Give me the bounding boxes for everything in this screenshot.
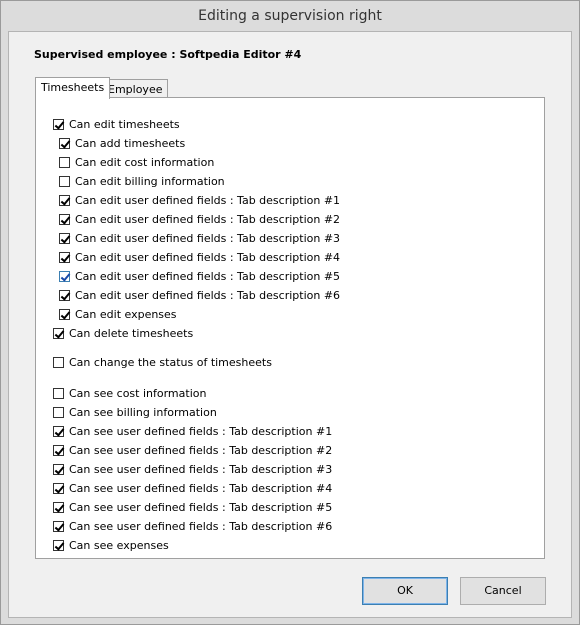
tab-employee[interactable]: Employee [102, 79, 169, 99]
checkbox-can-edit-udf-5[interactable]: Can edit user defined fields : Tab descr… [59, 268, 340, 284]
checkbox-box[interactable] [59, 308, 70, 320]
checkbox-label: Can change the status of timesheets [69, 355, 272, 369]
checkbox-label: Can see expenses [69, 538, 169, 552]
checkbox-box[interactable] [53, 118, 64, 130]
checkbox-can-see-udf-2[interactable]: Can see user defined fields : Tab descri… [53, 442, 332, 458]
checkbox-can-see-cost-information[interactable]: Can see cost information [53, 385, 206, 401]
checkbox-label: Can see billing information [69, 405, 217, 419]
cancel-button[interactable]: Cancel [460, 577, 546, 605]
checkbox-can-edit-expenses[interactable]: Can edit expenses [59, 306, 177, 322]
window-title: Editing a supervision right [198, 8, 382, 24]
checkbox-can-see-expenses[interactable]: Can see expenses [53, 537, 169, 553]
checkbox-can-see-udf-6[interactable]: Can see user defined fields : Tab descri… [53, 518, 332, 534]
tab-timesheets[interactable]: Timesheets [35, 77, 111, 99]
checkbox-can-edit-udf-3[interactable]: Can edit user defined fields : Tab descr… [59, 230, 340, 246]
checkbox-box[interactable] [59, 232, 70, 244]
checkbox-can-change-status[interactable]: Can change the status of timesheets [53, 354, 272, 370]
checkbox-can-see-udf-1[interactable]: Can see user defined fields : Tab descri… [53, 423, 332, 439]
checkbox-label: Can see user defined fields : Tab descri… [69, 424, 333, 438]
checkbox-box[interactable] [59, 213, 70, 225]
checkbox-can-see-billing-information[interactable]: Can see billing information [53, 404, 217, 420]
checkbox-box[interactable] [53, 520, 64, 532]
dialog-content: Supervised employee : Softpedia Editor #… [8, 31, 572, 618]
checkbox-box[interactable] [53, 539, 64, 551]
dialog-window: Editing a supervision right Supervised e… [0, 0, 580, 625]
checkbox-box[interactable] [53, 406, 64, 418]
checkbox-box[interactable] [59, 289, 70, 301]
checkbox-can-delete-timesheets[interactable]: Can delete timesheets [53, 325, 193, 341]
checkbox-can-edit-billing-information[interactable]: Can edit billing information [59, 173, 225, 189]
checkbox-label: Can see user defined fields : Tab descri… [69, 519, 333, 533]
checkbox-label: Can edit billing information [75, 174, 225, 188]
title-bar[interactable]: Editing a supervision right [1, 1, 579, 31]
checkbox-can-edit-cost-information[interactable]: Can edit cost information [59, 154, 214, 170]
checkbox-can-see-udf-4[interactable]: Can see user defined fields : Tab descri… [53, 480, 332, 496]
checkbox-box[interactable] [53, 425, 64, 437]
checkbox-box[interactable] [59, 175, 70, 187]
checkbox-label: Can edit user defined fields : Tab descr… [75, 288, 341, 302]
checkbox-can-edit-timesheets[interactable]: Can edit timesheets [53, 116, 180, 132]
checkbox-box[interactable] [59, 156, 70, 168]
checkbox-label: Can delete timesheets [69, 326, 194, 340]
checkbox-box[interactable] [53, 356, 64, 368]
checkbox-label: Can edit user defined fields : Tab descr… [75, 212, 341, 226]
checkbox-label: Can edit timesheets [69, 117, 180, 131]
checkbox-label: Can see user defined fields : Tab descri… [69, 481, 333, 495]
supervised-employee-label: Supervised employee : Softpedia Editor #… [34, 48, 302, 61]
checkbox-box[interactable] [59, 194, 70, 206]
checkbox-label: Can see user defined fields : Tab descri… [69, 443, 333, 457]
checkbox-box[interactable] [53, 327, 64, 339]
checkbox-can-edit-udf-2[interactable]: Can edit user defined fields : Tab descr… [59, 211, 340, 227]
checkbox-label: Can edit user defined fields : Tab descr… [75, 231, 341, 245]
checkbox-label: Can edit expenses [75, 307, 177, 321]
checkbox-label: Can add timesheets [75, 136, 186, 150]
checkbox-box[interactable] [59, 270, 70, 282]
checkbox-can-see-udf-5[interactable]: Can see user defined fields : Tab descri… [53, 499, 332, 515]
checkbox-label: Can see user defined fields : Tab descri… [69, 500, 333, 514]
checkbox-label: Can see cost information [69, 386, 207, 400]
checkbox-label: Can edit user defined fields : Tab descr… [75, 269, 341, 283]
checkbox-label: Can edit user defined fields : Tab descr… [75, 250, 341, 264]
checkbox-can-edit-udf-1[interactable]: Can edit user defined fields : Tab descr… [59, 192, 340, 208]
checkbox-can-see-udf-3[interactable]: Can see user defined fields : Tab descri… [53, 461, 332, 477]
checkbox-label: Can edit cost information [75, 155, 215, 169]
checkbox-box[interactable] [53, 501, 64, 513]
checkbox-box[interactable] [53, 463, 64, 475]
checkbox-can-add-timesheets[interactable]: Can add timesheets [59, 135, 185, 151]
checkbox-box[interactable] [59, 251, 70, 263]
checkbox-box[interactable] [53, 444, 64, 456]
ok-button[interactable]: OK [362, 577, 448, 605]
checkbox-can-edit-udf-4[interactable]: Can edit user defined fields : Tab descr… [59, 249, 340, 265]
checkbox-box[interactable] [59, 137, 70, 149]
checkbox-label: Can see user defined fields : Tab descri… [69, 462, 333, 476]
checkbox-label: Can edit user defined fields : Tab descr… [75, 193, 341, 207]
checkbox-box[interactable] [53, 387, 64, 399]
timesheets-panel: Can edit timesheets Can add timesheets C… [35, 97, 545, 559]
checkbox-can-edit-udf-6[interactable]: Can edit user defined fields : Tab descr… [59, 287, 340, 303]
checkbox-box[interactable] [53, 482, 64, 494]
